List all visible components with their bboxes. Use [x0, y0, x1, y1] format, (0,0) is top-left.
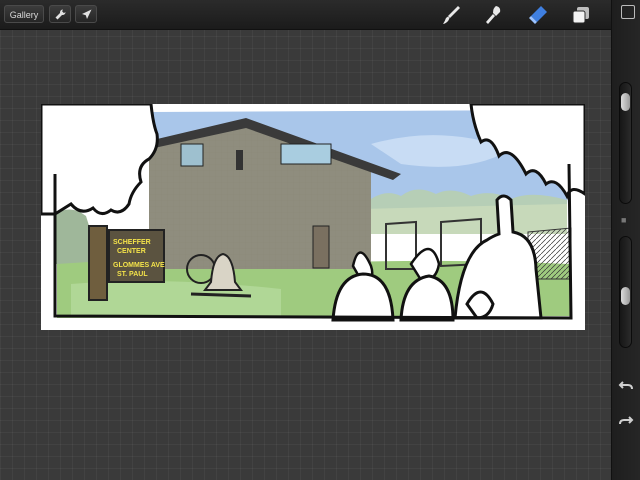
layers-tool-button[interactable]: [570, 4, 592, 26]
brush-tool-button[interactable]: [440, 4, 462, 26]
brush-size-thumb[interactable]: [621, 93, 630, 111]
redo-button[interactable]: [618, 412, 634, 428]
sketch-artwork: SCHEFFER CENTER GLOMMES AVE ST. PAUL: [41, 104, 585, 322]
drawing-canvas[interactable]: SCHEFFER CENTER GLOMMES AVE ST. PAUL: [41, 104, 585, 330]
cursor-icon: [82, 9, 92, 19]
redo-icon: [619, 416, 634, 425]
modify-button[interactable]: ■: [621, 215, 626, 225]
sign-line-2: CENTER: [117, 248, 146, 255]
eraser-icon: [529, 6, 547, 24]
brush-icon: [443, 6, 460, 24]
gallery-button[interactable]: Gallery: [4, 5, 44, 23]
layers-icon: [572, 7, 589, 24]
sign-line-1: SCHEFFER: [113, 239, 151, 246]
adjust-button[interactable]: [75, 5, 97, 23]
brush-size-slider[interactable]: [619, 82, 632, 204]
undo-icon: [618, 381, 633, 390]
eraser-tool-button[interactable]: [527, 4, 549, 26]
sign-line-4: ST. PAUL: [117, 271, 148, 278]
smudge-tool-button[interactable]: [483, 4, 505, 26]
top-toolbar: Gallery: [0, 0, 612, 30]
sign-line-3: GLOMMES AVE: [113, 262, 165, 269]
undo-button[interactable]: [618, 377, 634, 393]
right-sidebar: ■: [611, 0, 640, 480]
smudge-icon: [486, 6, 501, 24]
opacity-thumb[interactable]: [621, 287, 630, 305]
color-square-icon[interactable]: [621, 5, 635, 19]
opacity-slider[interactable]: [619, 236, 632, 348]
actions-button[interactable]: [49, 5, 71, 23]
wrench-icon: [55, 9, 66, 20]
